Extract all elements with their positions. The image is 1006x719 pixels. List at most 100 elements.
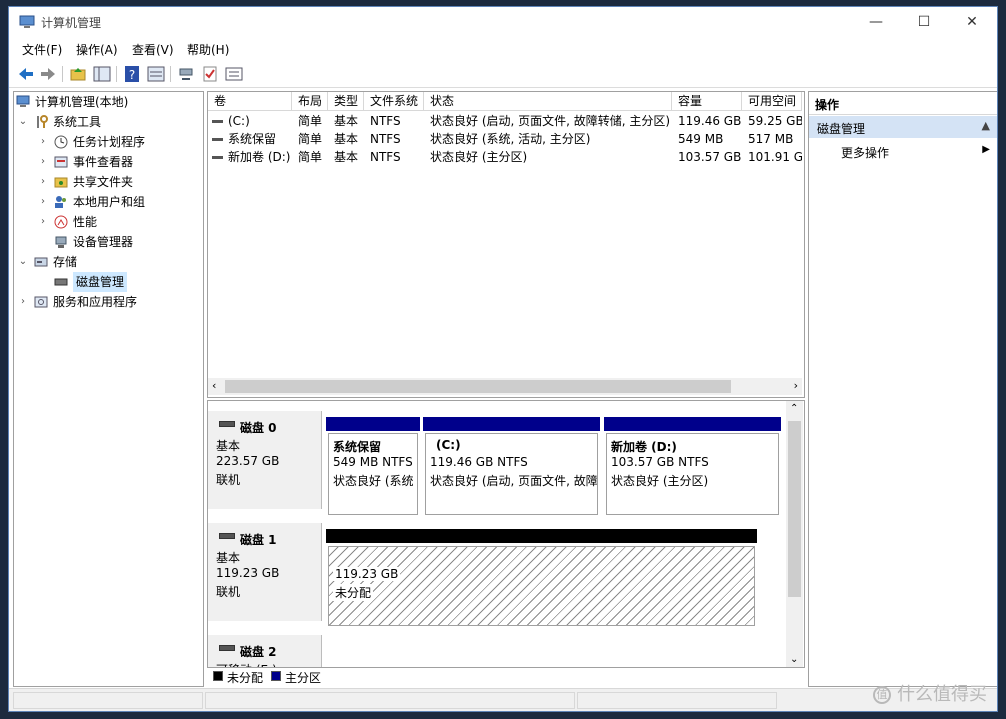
submenu-arrow-icon: ▶ [982,144,990,155]
actions-title: 操作 [815,98,840,112]
shared-folder-icon [54,177,68,188]
partition-size: 549 MB NTFS [333,455,413,469]
watermark-logo-icon: 值 [873,686,891,704]
chevron-right-icon[interactable]: › [38,172,48,192]
collapse-up-icon[interactable]: ▲ [982,119,990,132]
chevron-right-icon[interactable]: › [38,212,48,232]
partition-c[interactable]: (C:) 119.46 GB NTFS 状态良好 (启动, 页面文件, 故障 [425,433,598,515]
disk-1-header[interactable]: 磁盘 1 基本 119.23 GB 联机 [208,523,322,621]
scrollbar-thumb[interactable] [225,380,731,393]
toolbar-separator [116,66,117,82]
disk-2-header[interactable]: 磁盘 2 可移动 (E:) [208,635,322,667]
forward-arrow-icon[interactable] [39,65,57,83]
disk-0-status: 联机 [216,473,241,487]
list-icon[interactable] [225,65,243,83]
disk-0-name: 磁盘 0 [240,421,277,435]
properties-icon[interactable] [147,65,165,83]
partition-unallocated[interactable]: 119.23 GB 未分配 [328,546,755,626]
status-segment [205,692,575,709]
tree-label-storage: 存储 [53,255,78,269]
more-actions-label: 更多操作 [841,146,890,160]
column-header-type[interactable]: 类型 [328,92,364,111]
column-header-volume[interactable]: 卷 [208,92,292,111]
disk-0-header[interactable]: 磁盘 0 基本 223.57 GB 联机 [208,411,322,509]
legend: 未分配 主分区 [207,668,803,685]
menu-action[interactable]: 操作(A) [76,41,118,58]
disk-map: 磁盘 0 基本 223.57 GB 联机 系统保留 549 MB NTFS 状态… [207,400,805,668]
scrollbar-thumb[interactable] [788,421,801,597]
legend-label-unallocated: 未分配 [227,671,264,685]
scroll-left-icon[interactable]: ‹ [212,379,216,392]
clock-icon [54,135,68,149]
actions-section-disk-management[interactable]: 磁盘管理 ▲ [809,116,997,138]
chevron-right-icon[interactable]: › [38,132,48,152]
up-folder-icon[interactable] [69,65,87,83]
partition-size: 119.46 GB NTFS [430,455,528,469]
partition-bar-unallocated [326,529,757,543]
horizontal-scrollbar[interactable]: ‹ › [208,378,802,395]
scroll-up-icon[interactable]: ⌃ [790,403,798,414]
disk-0-size: 223.57 GB [216,454,280,468]
cell-type: 基本 [334,150,359,164]
disk-icon [219,645,235,651]
chevron-right-icon[interactable]: › [38,152,48,172]
volume-icon [212,130,224,148]
chevron-right-icon[interactable]: › [38,192,48,212]
partition-name: 新加卷 (D:) [611,440,677,454]
partition-name: 系统保留 [333,440,382,454]
tree-label-task-scheduler: 任务计划程序 [73,135,146,149]
computer-management-window: 计算机管理 — ☐ ✕ 文件(F) 操作(A) 查看(V) 帮助(H) ? 计算… [8,6,998,712]
column-header-status[interactable]: 状态 [424,92,672,111]
connect-icon[interactable] [177,65,195,83]
partition-bar-primary [423,417,600,431]
check-icon[interactable] [201,65,219,83]
menu-file[interactable]: 文件(F) [22,41,62,58]
column-header-layout[interactable]: 布局 [292,92,328,111]
show-hide-tree-icon[interactable] [93,65,111,83]
toolbar-separator [170,66,171,82]
partition-size: 103.57 GB NTFS [611,455,709,469]
cell-type: 基本 [334,114,359,128]
help-icon[interactable]: ? [123,65,141,83]
column-header-free-space[interactable]: 可用空间 [742,92,802,111]
volume-icon [212,148,224,166]
column-header-capacity[interactable]: 容量 [672,92,742,111]
more-actions-item[interactable]: 更多操作 ▶ [809,140,997,162]
chevron-down-icon[interactable]: ⌄ [18,252,28,272]
cell-filesystem: NTFS [370,150,401,164]
partition-name: (C:) [436,438,461,452]
vertical-scrollbar[interactable]: ⌃ ⌄ [786,401,803,667]
cell-capacity: 119.46 GB [678,114,742,128]
cell-capacity: 103.57 GB [678,150,742,164]
partition-bar-primary [326,417,420,431]
menu-view[interactable]: 查看(V) [132,41,174,58]
cell-volume: (C:) [228,114,250,128]
scroll-right-icon[interactable]: › [794,379,798,392]
minimize-button[interactable]: — [853,7,899,37]
legend-swatch-primary [271,671,281,681]
menu-help[interactable]: 帮助(H) [187,41,229,58]
performance-icon [54,215,68,229]
partition-d[interactable]: 新加卷 (D:) 103.57 GB NTFS 状态良好 (主分区) [606,433,779,515]
close-button[interactable]: ✕ [949,7,995,37]
cell-layout: 简单 [298,132,323,146]
chevron-down-icon[interactable]: ⌄ [18,112,28,132]
services-icon [34,296,48,308]
tree-label-system-tools: 系统工具 [53,115,102,129]
status-segment [13,692,203,709]
maximize-button[interactable]: ☐ [901,7,947,37]
disk-2-name: 磁盘 2 [240,645,277,659]
column-header-filesystem[interactable]: 文件系统 [364,92,424,111]
partition-status: 状态良好 (主分区) [611,474,709,488]
device-manager-icon [55,236,67,248]
back-arrow-icon[interactable] [17,65,35,83]
tree-label-device-manager: 设备管理器 [73,235,134,249]
scroll-down-icon[interactable]: ⌄ [790,654,798,665]
cell-free-space: 517 MB [748,132,794,146]
cell-layout: 简单 [298,150,323,164]
disk-2-type: 可移动 (E:) [216,661,277,667]
chevron-right-icon[interactable]: › [18,292,28,312]
cell-status: 状态良好 (系统, 活动, 主分区) [430,132,591,146]
watermark: 值什么值得买 [873,680,987,706]
partition-system-reserved[interactable]: 系统保留 549 MB NTFS 状态良好 (系统 [328,433,418,515]
